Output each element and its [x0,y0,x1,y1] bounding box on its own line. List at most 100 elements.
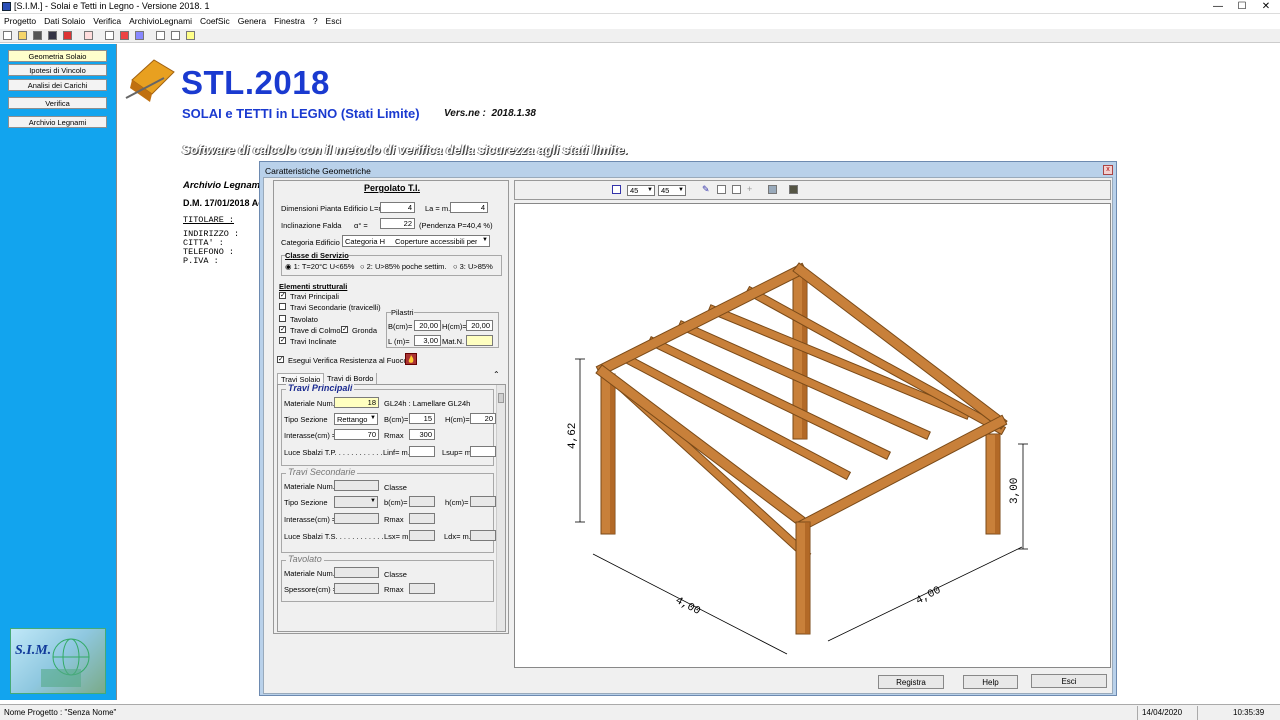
wood-icon[interactable] [156,31,165,40]
sidebar-item-geometria[interactable]: Geometria Solaio [8,50,107,62]
status-time: 10:35:39 [1233,708,1265,717]
select-icon[interactable] [732,185,741,194]
status-date: 14/04/2020 [1142,708,1183,717]
close-button[interactable]: ✕ [1254,0,1278,13]
menu-finestra[interactable]: Finestra [270,15,309,28]
ts-h-label: h(cm)= [445,498,469,507]
pencil-icon[interactable]: ✎ [702,185,711,194]
view-3d-icon[interactable] [612,185,621,194]
classe-3-label: 3: U>85% [459,262,493,271]
lp-input[interactable]: 3,00 [414,335,441,346]
hcm-input[interactable]: 20 [470,413,496,424]
tavolato-checkbox[interactable] [279,315,286,322]
gronda-checkbox[interactable]: ✓ [341,326,348,333]
view-3d-canvas[interactable]: 4,62 3,00 4,00 4,00 [514,203,1111,668]
crosshair-icon[interactable]: + [747,185,756,194]
ts-h-input[interactable] [470,496,496,507]
ts-mat-input[interactable] [334,480,379,491]
tav-rmax-input[interactable] [409,583,435,594]
mat-num-input[interactable]: 18 [334,397,379,408]
app-icon[interactable] [2,2,11,11]
lsx-input[interactable] [409,530,435,541]
lsup-input[interactable] [470,446,496,457]
menu-coefsic[interactable]: CoefSic [196,15,234,28]
mat-input[interactable] [466,335,493,346]
menu-esci[interactable]: Esci [322,15,346,28]
ts-checkbox[interactable] [279,303,286,310]
tip-icon[interactable] [186,31,195,40]
left-panel: Pergolato T.I. Dimensioni Pianta Edifici… [273,180,509,634]
rmax-input[interactable]: 300 [409,429,435,440]
tav-mat-input[interactable] [334,567,379,578]
post-left-shade [610,374,615,534]
maximize-button[interactable]: ☐ [1230,0,1254,13]
pdf-icon[interactable] [63,31,72,40]
menu-verifica[interactable]: Verifica [89,15,125,28]
spess-input[interactable] [334,583,379,594]
beam-icon[interactable] [105,31,114,40]
ts-rmax-input[interactable] [409,513,435,524]
title-bar: [S.I.M.] - Solai e Tetti in Legno - Vers… [0,0,1280,14]
menu-archivio-legnami[interactable]: ArchivioLegnami [125,15,196,28]
new-file-icon[interactable] [3,31,12,40]
ts-inter-input[interactable] [334,513,379,524]
collapse-icon[interactable]: ⌃ [493,370,500,379]
inclinate-checkbox[interactable]: ✓ [279,337,286,344]
save-as-icon[interactable] [48,31,57,40]
fuoco-checkbox[interactable]: ✓ [277,356,284,363]
ts-tipo-select[interactable]: ▼ [334,496,378,508]
esci-button[interactable]: Esci [1031,674,1107,688]
linf-input[interactable] [409,446,435,457]
alpha-input[interactable]: 22 [380,218,415,229]
colmo-checkbox[interactable]: ✓ [279,326,286,333]
ts-mat-label: Materiale Num. [284,482,335,491]
load-icon[interactable] [120,31,129,40]
report-icon[interactable] [84,31,93,40]
categoria-select[interactable]: Categoria H Coperture accessibili per s … [342,235,490,247]
menu-progetto[interactable]: Progetto [0,15,40,28]
b-input[interactable]: 20,00 [414,320,441,331]
scrollbar[interactable] [496,385,505,631]
elemento-label: Trave di Colmo [290,326,341,335]
classe-radio-1[interactable]: ◉ 1: T=20°C U<65% [285,262,354,271]
chevron-down-icon: ▼ [370,498,376,504]
sidebar-item-vincolo[interactable]: Ipotesi di Vincolo [8,64,107,76]
titolare-label: TITOLARE : [183,215,235,225]
menu-genera[interactable]: Genera [234,15,270,28]
registra-button[interactable]: Registra [878,675,944,689]
menu-help[interactable]: ? [309,15,322,28]
angle1-select[interactable]: 45 ▼ [627,185,655,196]
minimize-button[interactable]: — [1206,0,1230,13]
dialog-close-button[interactable]: x [1103,165,1113,175]
status-bar: Nome Progetto : "Senza Nome" 14/04/2020 … [0,704,1280,720]
help-button[interactable]: Help [963,675,1018,689]
dim-width-label: 4,00 [914,585,943,608]
h-input[interactable]: 20,00 [466,320,493,331]
open-folder-icon[interactable] [18,31,27,40]
classe-radio-2[interactable]: ○ 2: U>85% poche settim. [360,262,446,271]
bcm-input[interactable]: 15 [409,413,435,424]
tipo-select[interactable]: Rettango ▼ [334,413,378,425]
chevron-down-icon: ▼ [678,187,684,193]
sidebar-item-carichi[interactable]: Analisi dei Carichi [8,79,107,91]
grid-icon[interactable] [717,185,726,194]
calc-icon[interactable] [171,31,180,40]
fire-icon[interactable] [405,353,417,365]
l-input[interactable]: 4 [380,202,415,213]
la-input[interactable]: 4 [450,202,488,213]
save-icon[interactable] [33,31,42,40]
tp-checkbox[interactable]: ✓ [279,292,286,299]
ts-b-input[interactable] [409,496,435,507]
sidebar-item-archivio[interactable]: Archivio Legnami [8,116,107,128]
classe-radio-3[interactable]: ○ 3: U>85% [453,262,493,271]
print-icon[interactable] [768,185,777,194]
post-front-shade [805,522,810,634]
inter-input[interactable]: 70 [334,429,379,440]
tav-classe-label: Classe [384,570,407,579]
chart-icon[interactable] [135,31,144,40]
ldx-input[interactable] [470,530,496,541]
export-icon[interactable] [789,185,798,194]
menu-dati-solaio[interactable]: Dati Solaio [40,15,89,28]
angle2-select[interactable]: 45 ▼ [658,185,686,196]
sidebar-item-verifica[interactable]: Verifica [8,97,107,109]
